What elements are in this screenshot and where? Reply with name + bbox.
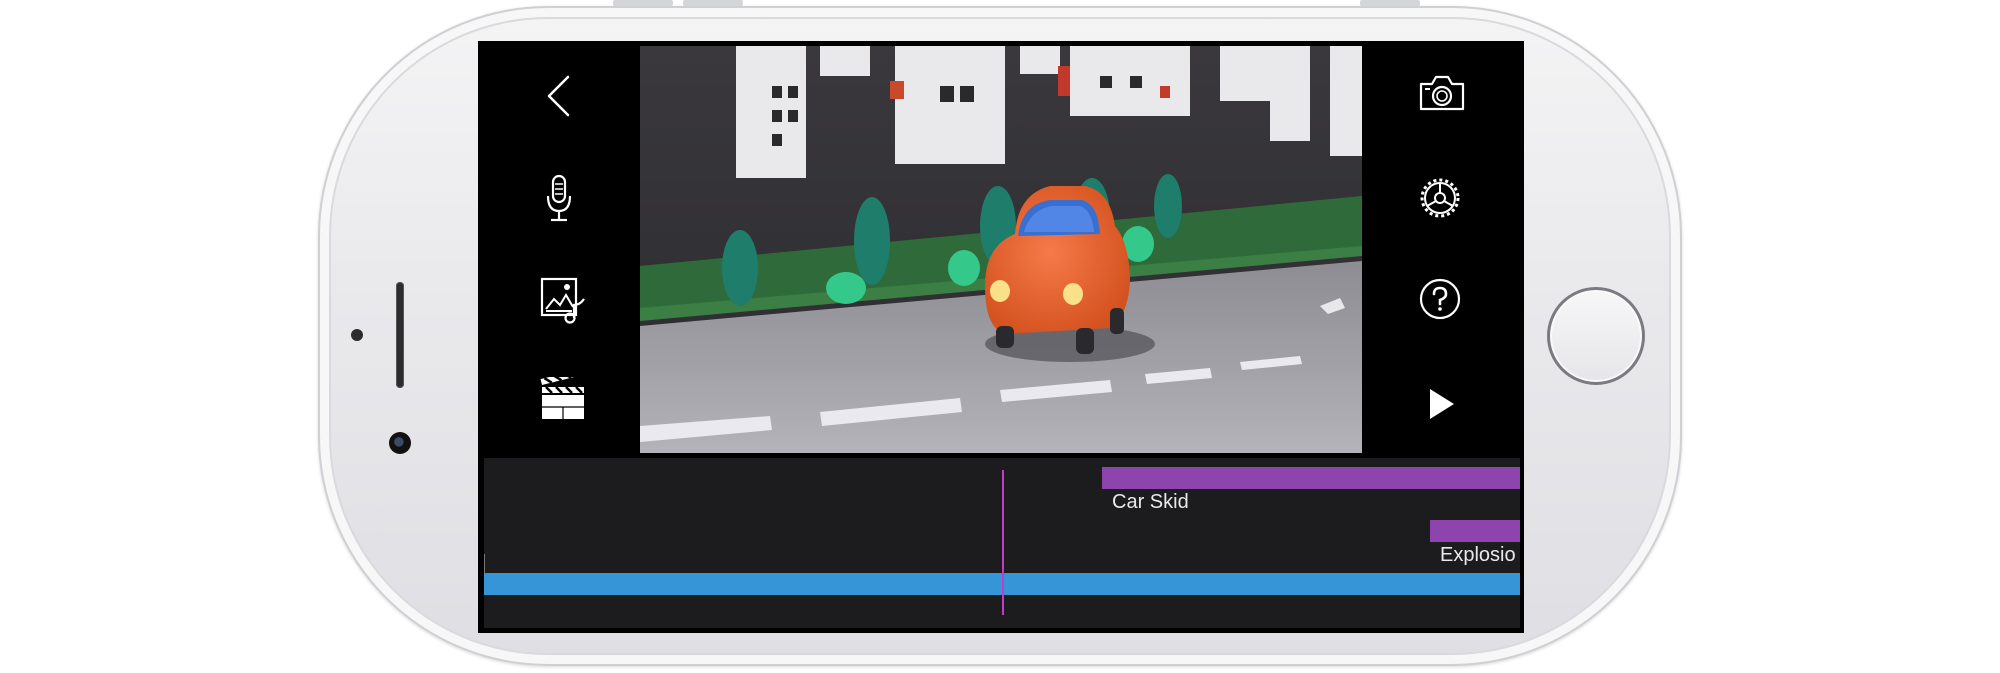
playhead[interactable] (1002, 470, 1004, 615)
volume-button (613, 0, 673, 6)
audio-clip-bar[interactable] (1430, 520, 1520, 542)
home-button[interactable] (1547, 287, 1645, 385)
sensor-dot (351, 329, 363, 341)
image-sound-icon (540, 277, 585, 324)
help-button[interactable] (1418, 277, 1462, 321)
power-button (1360, 0, 1420, 6)
earpiece-speaker (396, 282, 404, 388)
chevron-left-icon (547, 75, 570, 117)
audio-clip-label: Explosio (1440, 544, 1516, 566)
camera-button[interactable] (1418, 74, 1466, 112)
front-camera (389, 432, 411, 454)
video-preview (640, 46, 1362, 453)
back-button[interactable] (546, 75, 572, 117)
volume-button (683, 0, 743, 6)
play-button[interactable] (1428, 387, 1456, 421)
record-audio-button[interactable] (544, 174, 574, 224)
preview-frame-image (640, 46, 1362, 453)
settings-button[interactable] (1416, 174, 1464, 222)
help-icon (1419, 278, 1461, 320)
export-movie-button[interactable] (540, 377, 586, 421)
audio-clip-label: Car Skid (1112, 491, 1189, 513)
right-toolbar (1364, 41, 1524, 453)
app-screen: Car Skid Explosio (478, 41, 1524, 633)
play-icon (1430, 389, 1454, 419)
left-toolbar (478, 41, 638, 453)
add-media-button[interactable] (540, 277, 588, 325)
clapperboard-icon (540, 377, 584, 419)
audio-clip-bar[interactable] (1102, 467, 1520, 489)
gear-icon (1420, 178, 1460, 218)
microphone-icon (546, 174, 572, 222)
timeline[interactable]: Car Skid Explosio (484, 458, 1520, 628)
camera-icon (1419, 75, 1465, 111)
